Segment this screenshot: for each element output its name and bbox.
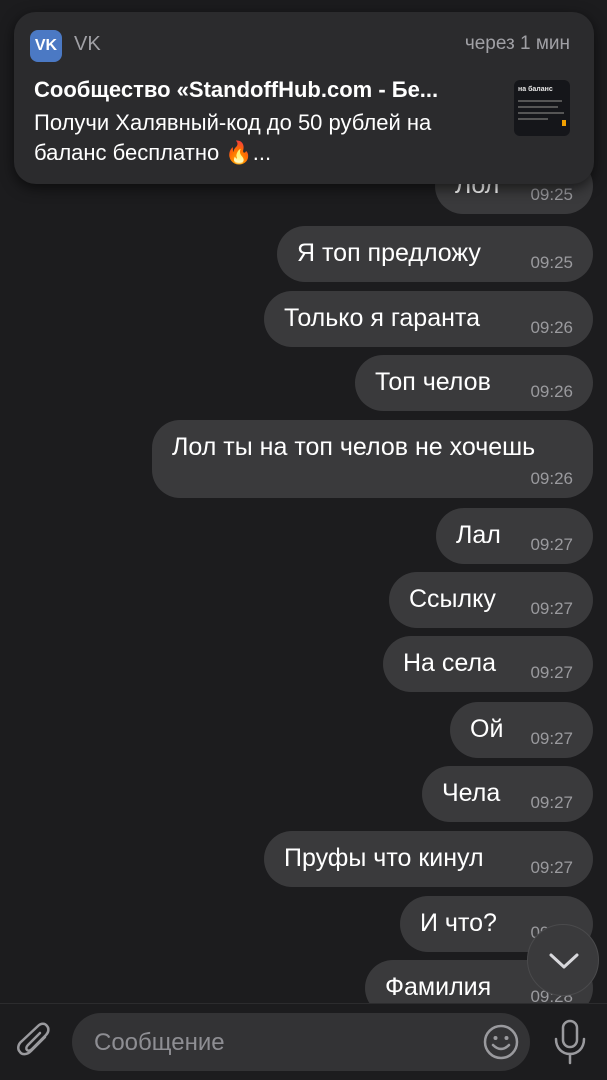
message-text: Лал: [456, 521, 501, 549]
microphone-button[interactable]: [550, 1018, 590, 1066]
thumbnail-text: на баланс: [518, 86, 553, 93]
message-text: Чела: [442, 779, 501, 807]
message-bubble[interactable]: Чела 09:27: [422, 766, 593, 822]
message-bubble[interactable]: Лол ты на топ челов не хочешь 09:26: [152, 420, 593, 498]
message-time: 09:27: [530, 535, 573, 554]
notification-title: Сообщество «StandoffHub.com - Бе...: [34, 77, 439, 102]
message-text: Ой: [470, 715, 504, 743]
notification-thumbnail: на баланс: [514, 80, 570, 136]
message-field[interactable]: [72, 1013, 530, 1073]
message-input[interactable]: [92, 1013, 476, 1073]
message-time: 09:25: [530, 185, 573, 204]
message-time: 09:27: [530, 663, 573, 682]
message-bubble[interactable]: Ой 09:27: [450, 702, 593, 758]
attach-button[interactable]: [16, 1020, 56, 1064]
message-text: Топ челов: [375, 368, 491, 396]
message-time: 09:27: [530, 793, 573, 812]
message-bubble[interactable]: Лал 09:27: [436, 508, 593, 564]
notification-body: Получи Халявный-код до 50 рублей на бала…: [34, 110, 432, 165]
message-text: Фамилия: [385, 973, 492, 1001]
message-input-bar: [0, 1003, 607, 1080]
message-bubble[interactable]: Ссылку 09:27: [389, 572, 593, 628]
message-bubble[interactable]: На села 09:27: [383, 636, 593, 692]
vk-logo-icon: VK: [30, 30, 62, 62]
chevron-down-icon: [549, 953, 579, 969]
scroll-down-button[interactable]: [527, 924, 599, 996]
message-text: Ссылку: [409, 585, 496, 613]
paperclip-icon: [17, 1022, 50, 1056]
emoji-icon: [483, 1024, 519, 1060]
notification-app-name: VK: [74, 33, 101, 55]
message-time: 09:27: [530, 858, 573, 877]
message-text: Лол ты на топ челов не хочешь: [172, 433, 536, 461]
message-time: 09:27: [530, 729, 573, 748]
message-time: 09:26: [530, 318, 573, 337]
message-text: Только я гаранта: [284, 304, 480, 332]
message-text: На села: [403, 649, 496, 677]
message-time: 09:26: [530, 382, 573, 401]
message-time: 09:26: [530, 469, 573, 488]
message-bubble[interactable]: Только я гаранта 09:26: [264, 291, 593, 347]
message-bubble[interactable]: Я топ предложу 09:25: [277, 226, 593, 282]
message-bubble[interactable]: Топ челов 09:26: [355, 355, 593, 411]
notification-time: через 1 мин: [464, 33, 570, 54]
message-time: 09:27: [530, 599, 573, 618]
message-bubble[interactable]: Пруфы что кинул 09:27: [264, 831, 593, 887]
push-notification[interactable]: VK VK через 1 мин Сообщество «StandoffHu…: [14, 12, 594, 184]
message-time: 09:25: [530, 253, 573, 272]
message-text: И что?: [420, 909, 497, 937]
emoji-button[interactable]: [482, 1023, 520, 1061]
message-text: Пруфы что кинул: [284, 844, 484, 872]
message-text: Я топ предложу: [297, 239, 481, 267]
microphone-icon: [554, 1019, 586, 1065]
